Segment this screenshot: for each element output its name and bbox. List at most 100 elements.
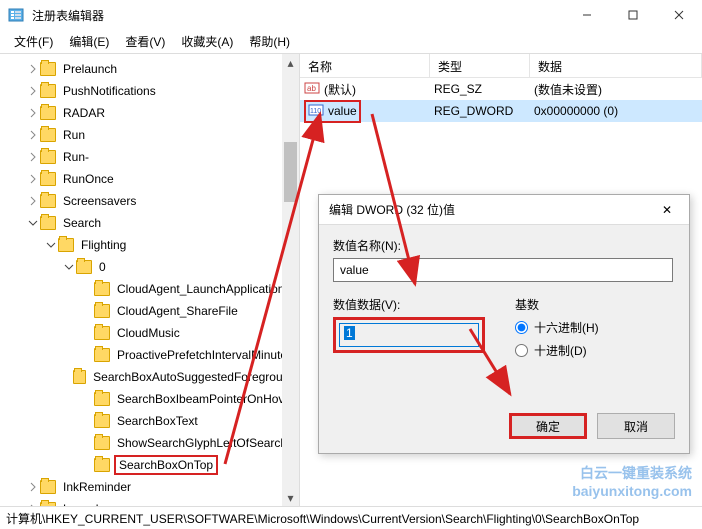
scroll-up-icon[interactable]: ▴ (282, 54, 299, 71)
chevron-right-icon[interactable] (26, 64, 40, 74)
chevron-right-icon[interactable] (26, 504, 40, 506)
radix-dec-radio[interactable] (515, 344, 528, 357)
folder-icon (40, 128, 56, 142)
cancel-button[interactable]: 取消 (597, 413, 675, 439)
menu-file[interactable]: 文件(F) (6, 31, 61, 52)
list-row[interactable]: 110 value REG_DWORD0x00000000 (0) (300, 100, 702, 122)
value-name: value (328, 104, 357, 118)
value-data: (数值未设置) (530, 81, 702, 98)
folder-icon (40, 502, 56, 506)
folder-icon (40, 62, 56, 76)
minimize-button[interactable] (564, 0, 610, 30)
tree-item[interactable]: Launch (0, 498, 299, 506)
tree-item[interactable]: ProactivePrefetchIntervalMinutes (0, 344, 299, 366)
tree-item[interactable]: CloudMusic (0, 322, 299, 344)
menu-edit[interactable]: 编辑(E) (61, 31, 117, 52)
value-data-input[interactable]: 1 (339, 323, 479, 347)
value-type: REG_DWORD (430, 104, 530, 118)
folder-icon (94, 304, 110, 318)
tree-item[interactable]: RADAR (0, 102, 299, 124)
folder-icon (40, 216, 56, 230)
tree-label: RunOnce (60, 171, 117, 187)
statusbar: 计算机\HKEY_CURRENT_USER\SOFTWARE\Microsoft… (0, 506, 702, 528)
tree-item[interactable]: SearchBoxIbeamPointerOnHover (0, 388, 299, 410)
close-button[interactable] (656, 0, 702, 30)
chevron-down-icon[interactable] (62, 262, 76, 272)
chevron-right-icon[interactable] (26, 130, 40, 140)
dialog-titlebar[interactable]: 编辑 DWORD (32 位)值 ✕ (319, 195, 689, 225)
scroll-thumb[interactable] (284, 142, 297, 202)
tree-item[interactable]: Search (0, 212, 299, 234)
radix-group: 基数 十六进制(H) 十进制(D) (515, 296, 599, 365)
dialog-title: 编辑 DWORD (32 位)值 (329, 201, 655, 218)
dword-value-icon: 110 (308, 102, 324, 121)
tree-item[interactable]: Run- (0, 146, 299, 168)
chevron-down-icon[interactable] (44, 240, 58, 250)
tree-label: PushNotifications (60, 83, 159, 99)
col-name[interactable]: 名称 (300, 54, 430, 77)
menu-view[interactable]: 查看(V) (117, 31, 173, 52)
tree-item[interactable]: Prelaunch (0, 58, 299, 80)
tree-label: CloudAgent_ShareFile (114, 303, 241, 319)
tree-item[interactable]: 0 (0, 256, 299, 278)
tree-item[interactable]: RunOnce (0, 168, 299, 190)
radix-label: 基数 (515, 296, 599, 313)
watermark: 白云一键重装系统 baiyunxitong.com (572, 463, 692, 499)
value-name: (默认) (324, 81, 356, 98)
folder-icon (94, 282, 110, 296)
menu-help[interactable]: 帮助(H) (241, 31, 298, 52)
tree-item[interactable]: ShowSearchGlyphLeftOfSearch (0, 432, 299, 454)
regedit-icon (8, 7, 24, 23)
folder-icon (94, 458, 110, 472)
tree-label: Prelaunch (60, 61, 120, 77)
tree-label: RADAR (60, 105, 108, 121)
tree-item[interactable]: PushNotifications (0, 80, 299, 102)
tree-label: SearchBoxText (114, 413, 201, 429)
radix-hex-radio[interactable] (515, 321, 528, 334)
radix-hex[interactable]: 十六进制(H) (515, 319, 599, 336)
col-data[interactable]: 数据 (530, 54, 702, 77)
maximize-button[interactable] (610, 0, 656, 30)
tree-pane[interactable]: Prelaunch PushNotifications RADAR RunRun- Ru… (0, 54, 300, 506)
tree-item[interactable]: Run (0, 124, 299, 146)
scroll-down-icon[interactable]: ▾ (282, 489, 299, 506)
tree-label: Search (60, 215, 104, 231)
chevron-right-icon[interactable] (26, 86, 40, 96)
folder-icon (40, 150, 56, 164)
chevron-right-icon[interactable] (26, 108, 40, 118)
dialog-close-button[interactable]: ✕ (655, 203, 679, 217)
tree-item[interactable]: SearchBoxAutoSuggestedForeground (0, 366, 299, 388)
folder-icon (94, 348, 110, 362)
tree-label: ShowSearchGlyphLeftOfSearch (114, 435, 290, 451)
list-row[interactable]: ab(默认)REG_SZ(数值未设置) (300, 78, 702, 100)
tree-scrollbar[interactable]: ▴ ▾ (282, 54, 299, 506)
string-value-icon: ab (304, 80, 320, 99)
svg-text:110: 110 (310, 108, 321, 115)
chevron-down-icon[interactable] (26, 218, 40, 228)
list-header: 名称 类型 数据 (300, 54, 702, 78)
chevron-right-icon[interactable] (26, 196, 40, 206)
chevron-right-icon[interactable] (26, 152, 40, 162)
col-type[interactable]: 类型 (430, 54, 530, 77)
tree-label: ProactivePrefetchIntervalMinutes (114, 347, 296, 363)
folder-icon (40, 480, 56, 494)
chevron-right-icon[interactable] (26, 482, 40, 492)
value-data: 0x00000000 (0) (530, 104, 702, 118)
tree-item[interactable]: InkReminder (0, 476, 299, 498)
folder-icon (40, 194, 56, 208)
tree-item[interactable]: SearchBoxText (0, 410, 299, 432)
value-name-input[interactable] (333, 258, 673, 282)
tree-item[interactable]: SearchBoxOnTop (0, 454, 299, 476)
ok-button[interactable]: 确定 (509, 413, 587, 439)
tree-item[interactable]: CloudAgent_LaunchApplication (0, 278, 299, 300)
chevron-right-icon[interactable] (26, 174, 40, 184)
tree-item[interactable]: CloudAgent_ShareFile (0, 300, 299, 322)
edit-dword-dialog: 编辑 DWORD (32 位)值 ✕ 数值名称(N): 数值数据(V): 1 基… (318, 194, 690, 454)
tree-label: SearchBoxOnTop (114, 455, 218, 475)
highlighted-value: 110 value (304, 100, 361, 123)
window-title: 注册表编辑器 (32, 7, 564, 24)
tree-item[interactable]: Screensavers (0, 190, 299, 212)
tree-item[interactable]: Flighting (0, 234, 299, 256)
menu-favorites[interactable]: 收藏夹(A) (173, 31, 241, 52)
radix-dec[interactable]: 十进制(D) (515, 342, 599, 359)
